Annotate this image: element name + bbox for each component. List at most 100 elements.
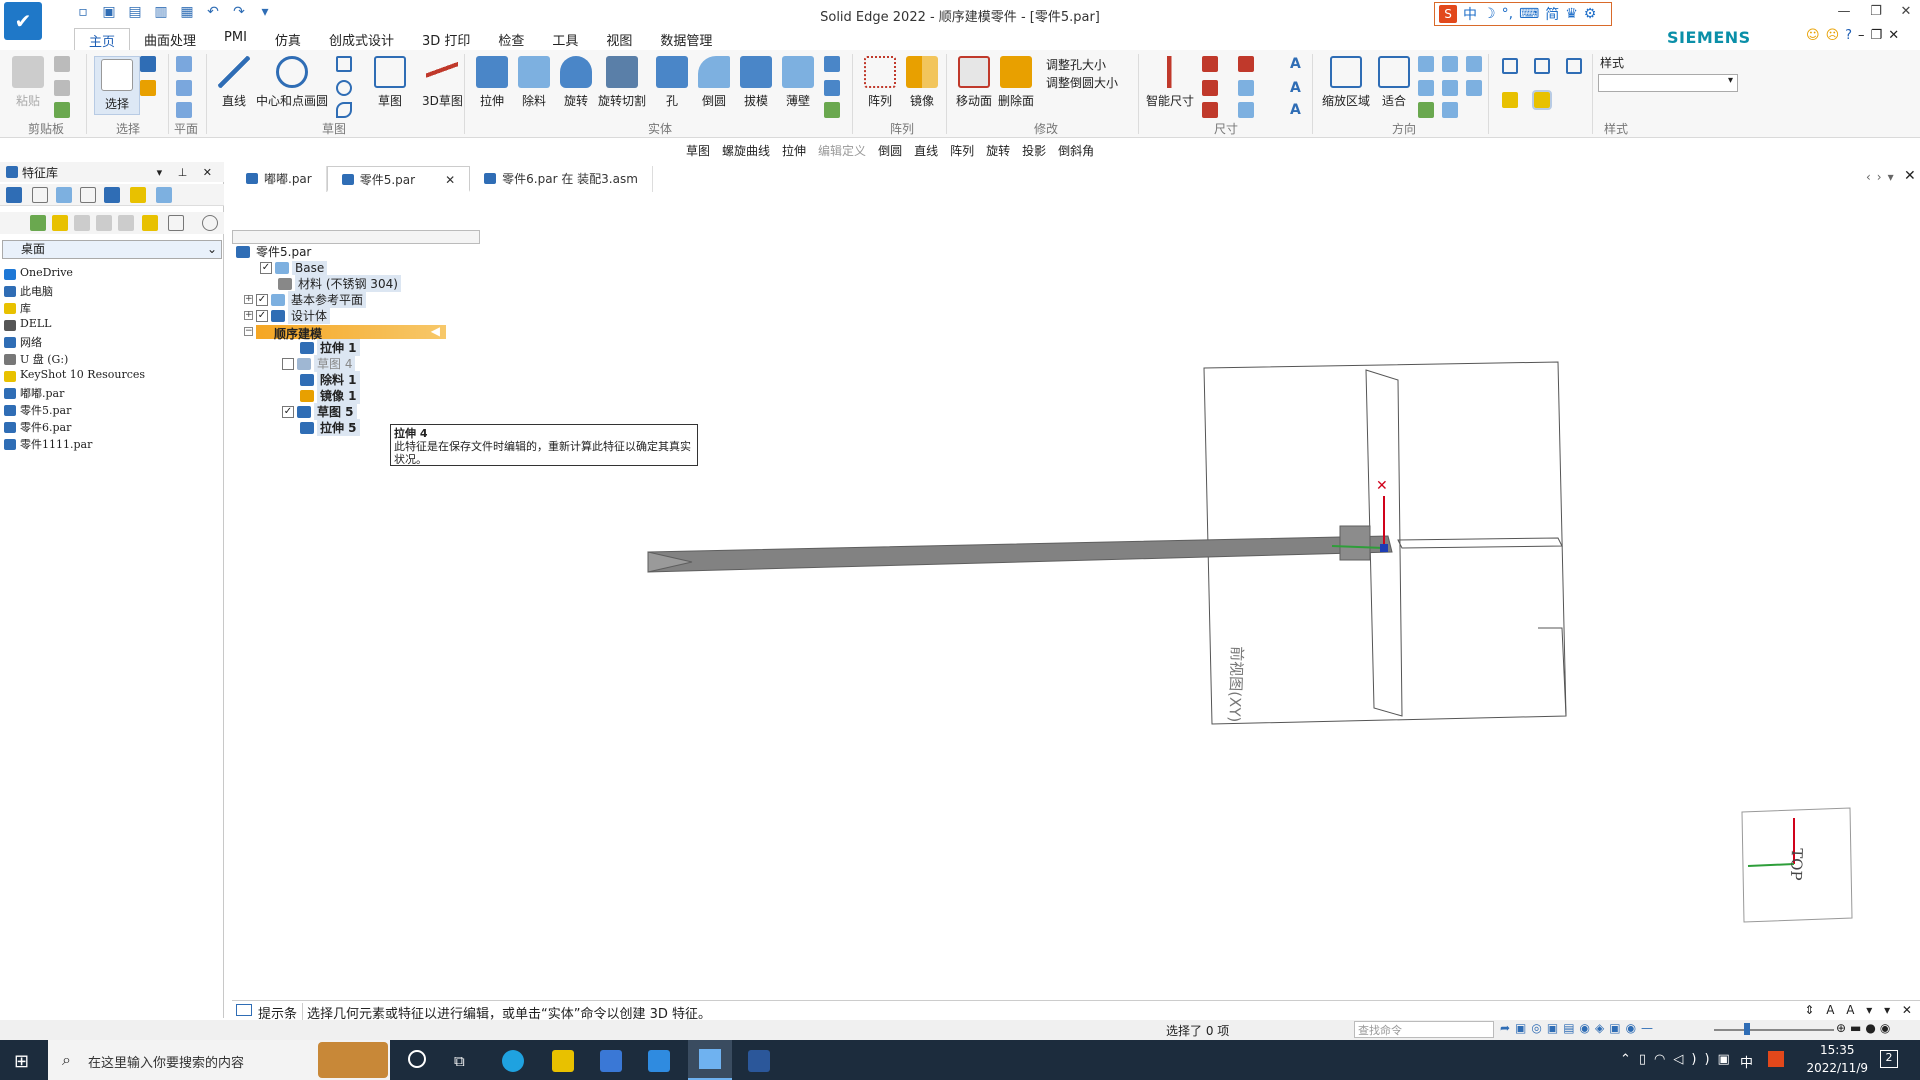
text-format-icon[interactable]: A [1290, 102, 1306, 118]
list-item[interactable]: 库 [2, 300, 222, 317]
doc-tab[interactable]: 零件6.par 在 装配3.asm [470, 166, 653, 192]
close-window-button[interactable]: ✕ [1896, 4, 1916, 24]
tab-home[interactable]: 主页 [74, 28, 131, 50]
home-folder-icon[interactable] [52, 215, 68, 231]
cmd-chamfer[interactable]: 倒斜角 [1058, 142, 1094, 162]
copy-icon[interactable] [54, 80, 70, 96]
cmd-revolve[interactable]: 旋转 [986, 142, 1010, 162]
3d-viewport[interactable]: ✕ 前视图(XY) [232, 196, 1920, 996]
thin-wall-button[interactable]: 薄壁 [782, 56, 814, 109]
doc-close-button[interactable]: ✕ [1888, 28, 1899, 43]
plane-options-icon[interactable] [176, 80, 192, 96]
tab-view[interactable]: 视图 [592, 28, 646, 50]
round-button[interactable]: 倒圆 [698, 56, 730, 109]
text-size-icon[interactable]: A [1290, 80, 1306, 96]
cutout-button[interactable]: 除料 [518, 56, 550, 109]
open-file-icon[interactable]: ▣ [100, 4, 118, 22]
panel-controls[interactable]: ▾ ⊥ ✕ [157, 166, 218, 179]
punctuation-icon[interactable]: °, [1502, 6, 1513, 22]
status-icons[interactable]: ⊕▬●◉ [1836, 1021, 1894, 1035]
shaft-body[interactable] [647, 535, 1393, 573]
resize-round-button[interactable]: 调整倒圆大小 [1046, 74, 1118, 91]
tab-pmi[interactable]: PMI [210, 28, 261, 50]
list-item[interactable]: DELL [2, 317, 222, 334]
list-item[interactable]: 零件6.par [2, 419, 222, 436]
pattern-button[interactable]: 阵列 [864, 56, 896, 109]
view-front-icon[interactable] [1502, 58, 1518, 74]
task-view-icon[interactable]: ⧉ [454, 1052, 465, 1070]
solid-option2-icon[interactable] [824, 80, 840, 96]
coordinate-system-icon[interactable] [176, 102, 192, 118]
save-icon[interactable]: ▤ [126, 4, 144, 22]
list-item[interactable]: 零件1111.par [2, 436, 222, 453]
solid-option3-icon[interactable] [824, 102, 840, 118]
smart-dimension-button[interactable]: 智能尺寸 [1146, 56, 1194, 109]
rotate-icon[interactable] [1418, 102, 1434, 118]
zoom-slider-thumb[interactable] [1744, 1023, 1750, 1035]
notification-button[interactable]: 2 [1880, 1050, 1898, 1068]
doc-tab-active[interactable]: 零件5.par ✕ [326, 166, 471, 192]
library-view-icon[interactable] [6, 187, 22, 203]
new-file-icon[interactable]: ▫ [74, 4, 92, 22]
forward-icon[interactable] [96, 215, 112, 231]
delete-face-button[interactable]: 删除面 [998, 56, 1034, 109]
text-style-icon[interactable]: A [1290, 56, 1306, 72]
cmd-project[interactable]: 投影 [1022, 142, 1046, 162]
tab-generative[interactable]: 创成式设计 [315, 28, 408, 50]
ime-mode-label[interactable]: 中 [1463, 4, 1477, 24]
tab-3d-print[interactable]: 3D 打印 [408, 28, 484, 50]
keyboard-icon[interactable]: ⌨ [1519, 6, 1539, 22]
tab-data-management[interactable]: 数据管理 [646, 28, 726, 50]
solid-option-icon[interactable] [824, 56, 840, 72]
revolve-button[interactable]: 旋转 [560, 56, 592, 109]
plane-icon[interactable] [176, 56, 192, 72]
resize-hole-button[interactable]: 调整孔大小 [1046, 56, 1106, 73]
grid-view-icon[interactable] [80, 187, 96, 203]
word-icon[interactable] [748, 1050, 770, 1072]
line-button[interactable]: 直线 [218, 56, 250, 109]
distance-dim-icon[interactable] [1202, 56, 1218, 72]
revolve-cut-button[interactable]: 旋转切割 [598, 56, 646, 109]
file-explorer-icon[interactable] [552, 1050, 574, 1072]
relate-icon[interactable] [1238, 56, 1254, 72]
minimize-button[interactable]: — [1834, 4, 1854, 24]
moon-icon[interactable]: ☽ [1483, 6, 1496, 22]
hole-button[interactable]: 孔 [656, 56, 688, 109]
app-menu-button[interactable]: ✔ [4, 2, 42, 40]
smile-icon[interactable]: ☺ [1806, 28, 1820, 43]
connect-icon[interactable] [1238, 80, 1254, 96]
move-face-button[interactable]: 移动面 [956, 56, 992, 109]
undo-icon[interactable]: ↶ [204, 4, 222, 22]
paste-button[interactable]: 粘贴 [12, 56, 44, 109]
location-dropdown[interactable]: 桌面 ⌄ [2, 240, 222, 259]
cmd-line[interactable]: 直线 [914, 142, 938, 162]
zoom-slider[interactable] [1714, 1029, 1834, 1031]
up-folder-icon[interactable] [118, 215, 134, 231]
zoom-icon[interactable] [1418, 56, 1434, 72]
style-dropdown[interactable]: ▾ [1598, 74, 1738, 92]
list-item[interactable]: OneDrive [2, 266, 222, 283]
center-point-circle-button[interactable]: 中心和点画圆 [256, 56, 328, 109]
view-tools[interactable]: ➦▣◎▣▤◉◈▣◉— [1500, 1021, 1658, 1035]
rectangle-icon[interactable] [336, 56, 352, 72]
print-icon[interactable]: ▦ [178, 4, 196, 22]
list-item[interactable]: KeyShot 10 Resources [2, 368, 222, 385]
color-icon[interactable] [104, 187, 120, 203]
arc-icon[interactable] [336, 80, 352, 96]
list-item[interactable]: 嘟嘟.par [2, 385, 222, 402]
redo-icon[interactable]: ↷ [230, 4, 248, 22]
simplified-icon[interactable]: 简 [1545, 4, 1559, 24]
select-tools-icon[interactable] [140, 80, 156, 96]
customize-qat-icon[interactable]: ▾ [256, 4, 274, 22]
doc-restore-button[interactable]: ❐ [1871, 28, 1883, 43]
find-command-input[interactable]: 查找命令 [1354, 1021, 1494, 1038]
clock[interactable]: 15:35 2022/11/9 [1806, 1041, 1868, 1077]
solid-edge-taskbar-button[interactable] [688, 1040, 732, 1080]
cut-icon[interactable] [54, 56, 70, 72]
shaded-view-icon[interactable] [1502, 92, 1518, 108]
list-item[interactable]: 网络 [2, 334, 222, 351]
coord-dim-icon[interactable] [1202, 102, 1218, 118]
system-tray[interactable]: ⌃▯◠◁))▣ [1620, 1052, 1738, 1067]
select-filter-icon[interactable] [140, 56, 156, 72]
help-tip-icon[interactable] [32, 187, 48, 203]
